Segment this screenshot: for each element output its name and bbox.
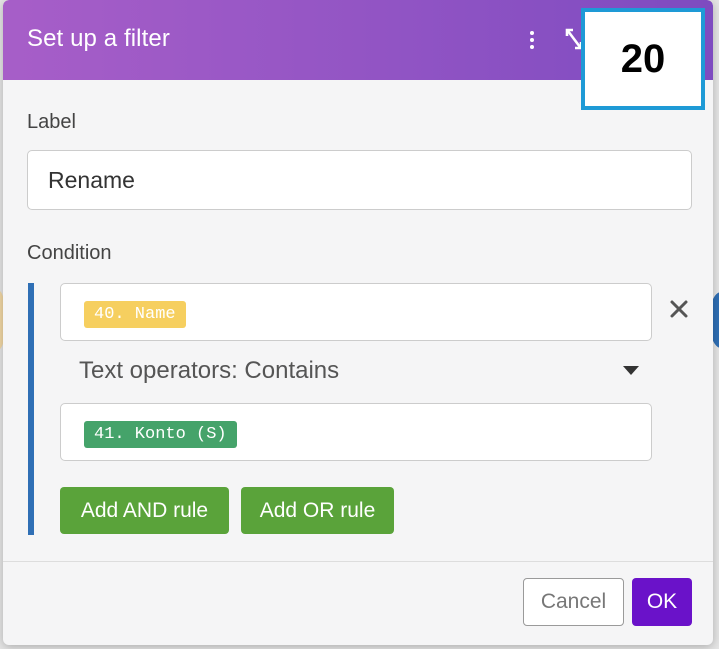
screen: Set up a filter 20 Label Rename Conditio…	[0, 0, 719, 649]
token-40-name[interactable]: 40. Name	[84, 301, 186, 328]
second-operand-field[interactable]: 41. Konto (S)	[60, 403, 652, 461]
first-operand-field[interactable]: 40. Name	[60, 283, 652, 341]
filter-dialog: Set up a filter 20 Label Rename Conditio…	[3, 0, 713, 645]
token-41-konto[interactable]: 41. Konto (S)	[84, 421, 237, 448]
dialog-title: Set up a filter	[27, 25, 170, 52]
cancel-button[interactable]: Cancel	[523, 578, 624, 626]
label-caption: Label	[27, 111, 76, 133]
step-number-badge: 20	[581, 8, 705, 110]
ok-button[interactable]: OK	[632, 578, 692, 626]
operator-value: Text operators: Contains	[79, 357, 340, 384]
close-icon[interactable]	[667, 297, 691, 321]
condition-group-bar	[28, 283, 34, 535]
caret-down-icon[interactable]	[623, 366, 639, 375]
footer-divider	[3, 561, 713, 562]
label-input[interactable]: Rename	[27, 150, 692, 210]
condition-caption: Condition	[27, 242, 112, 264]
add-or-rule-button[interactable]: Add OR rule	[241, 487, 394, 534]
add-and-rule-button[interactable]: Add AND rule	[60, 487, 229, 534]
kebab-menu-icon[interactable]	[527, 31, 537, 51]
operator-select[interactable]: Text operators: Contains	[79, 355, 639, 389]
